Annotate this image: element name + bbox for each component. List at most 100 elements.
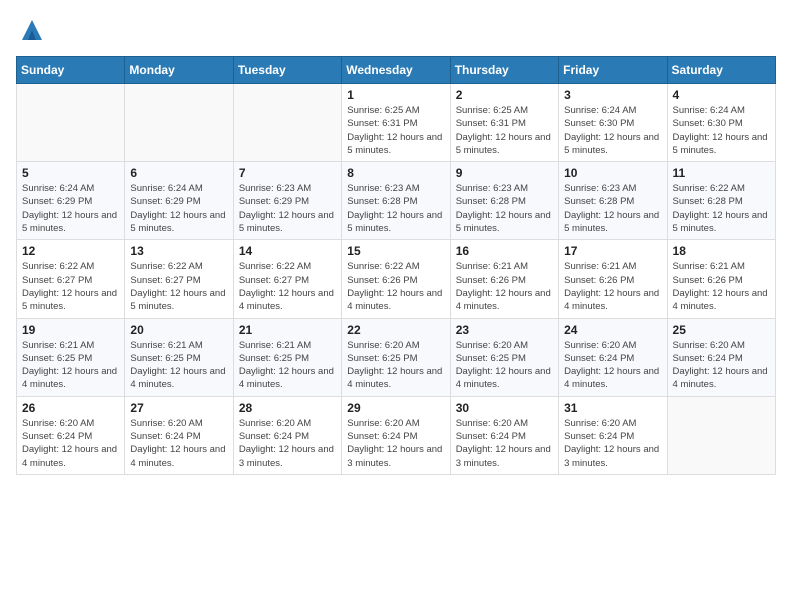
day-number: 10	[564, 166, 661, 180]
calendar-cell: 28 Sunrise: 6:20 AM Sunset: 6:24 PM Dayli…	[233, 396, 341, 474]
day-number: 5	[22, 166, 119, 180]
day-number: 19	[22, 323, 119, 337]
day-info: Sunrise: 6:25 AM Sunset: 6:31 PM Dayligh…	[456, 104, 553, 157]
day-number: 20	[130, 323, 227, 337]
day-info: Sunrise: 6:20 AM Sunset: 6:24 PM Dayligh…	[239, 417, 336, 470]
day-number: 16	[456, 244, 553, 258]
calendar-cell: 1 Sunrise: 6:25 AM Sunset: 6:31 PM Daylig…	[342, 84, 450, 162]
calendar-table: SundayMondayTuesdayWednesdayThursdayFrid…	[16, 56, 776, 475]
calendar-cell: 8 Sunrise: 6:23 AM Sunset: 6:28 PM Daylig…	[342, 162, 450, 240]
day-info: Sunrise: 6:21 AM Sunset: 6:26 PM Dayligh…	[564, 260, 661, 313]
calendar-cell: 14 Sunrise: 6:22 AM Sunset: 6:27 PM Dayli…	[233, 240, 341, 318]
calendar-cell: 25 Sunrise: 6:20 AM Sunset: 6:24 PM Dayli…	[667, 318, 775, 396]
calendar-cell: 6Sunrise: 6:24 AM Sunset: 6:29 PM Daylig…	[125, 162, 233, 240]
day-info: Sunrise: 6:20 AM Sunset: 6:25 PM Dayligh…	[456, 339, 553, 392]
column-header-monday: Monday	[125, 57, 233, 84]
calendar-cell	[667, 396, 775, 474]
column-header-thursday: Thursday	[450, 57, 558, 84]
day-number: 21	[239, 323, 336, 337]
calendar-cell: 24Sunrise: 6:20 AM Sunset: 6:24 PM Dayli…	[559, 318, 667, 396]
day-info: Sunrise: 6:20 AM Sunset: 6:24 PM Dayligh…	[456, 417, 553, 470]
day-number: 2	[456, 88, 553, 102]
day-number: 13	[130, 244, 227, 258]
calendar-cell: 2 Sunrise: 6:25 AM Sunset: 6:31 PM Daylig…	[450, 84, 558, 162]
day-info: Sunrise: 6:25 AM Sunset: 6:31 PM Dayligh…	[347, 104, 444, 157]
day-number: 17	[564, 244, 661, 258]
day-info: Sunrise: 6:21 AM Sunset: 6:25 PM Dayligh…	[22, 339, 119, 392]
day-info: Sunrise: 6:23 AM Sunset: 6:28 PM Dayligh…	[564, 182, 661, 235]
day-info: Sunrise: 6:24 AM Sunset: 6:29 PM Dayligh…	[22, 182, 119, 235]
day-number: 9	[456, 166, 553, 180]
calendar-cell: 22Sunrise: 6:20 AM Sunset: 6:25 PM Dayli…	[342, 318, 450, 396]
calendar-cell	[233, 84, 341, 162]
calendar-cell: 12Sunrise: 6:22 AM Sunset: 6:27 PM Dayli…	[17, 240, 125, 318]
calendar-cell: 18 Sunrise: 6:21 AM Sunset: 6:26 PM Dayli…	[667, 240, 775, 318]
day-number: 30	[456, 401, 553, 415]
day-info: Sunrise: 6:22 AM Sunset: 6:27 PM Dayligh…	[130, 260, 227, 313]
day-info: Sunrise: 6:20 AM Sunset: 6:24 PM Dayligh…	[673, 339, 770, 392]
calendar-cell: 19 Sunrise: 6:21 AM Sunset: 6:25 PM Dayli…	[17, 318, 125, 396]
day-info: Sunrise: 6:20 AM Sunset: 6:24 PM Dayligh…	[347, 417, 444, 470]
day-info: Sunrise: 6:21 AM Sunset: 6:26 PM Dayligh…	[673, 260, 770, 313]
day-info: Sunrise: 6:22 AM Sunset: 6:28 PM Dayligh…	[673, 182, 770, 235]
day-info: Sunrise: 6:20 AM Sunset: 6:24 PM Dayligh…	[130, 417, 227, 470]
day-info: Sunrise: 6:22 AM Sunset: 6:27 PM Dayligh…	[22, 260, 119, 313]
day-info: Sunrise: 6:23 AM Sunset: 6:28 PM Dayligh…	[347, 182, 444, 235]
calendar-cell: 29 Sunrise: 6:20 AM Sunset: 6:24 PM Dayli…	[342, 396, 450, 474]
calendar-week-row: 1 Sunrise: 6:25 AM Sunset: 6:31 PM Daylig…	[17, 84, 776, 162]
calendar-cell: 4 Sunrise: 6:24 AM Sunset: 6:30 PM Daylig…	[667, 84, 775, 162]
day-number: 28	[239, 401, 336, 415]
day-info: Sunrise: 6:22 AM Sunset: 6:26 PM Dayligh…	[347, 260, 444, 313]
day-info: Sunrise: 6:24 AM Sunset: 6:30 PM Dayligh…	[673, 104, 770, 157]
day-number: 4	[673, 88, 770, 102]
calendar-week-row: 19 Sunrise: 6:21 AM Sunset: 6:25 PM Dayli…	[17, 318, 776, 396]
calendar-week-row: 26 Sunrise: 6:20 AM Sunset: 6:24 PM Dayli…	[17, 396, 776, 474]
calendar-cell: 3 Sunrise: 6:24 AM Sunset: 6:30 PM Daylig…	[559, 84, 667, 162]
day-number: 27	[130, 401, 227, 415]
day-number: 15	[347, 244, 444, 258]
calendar-week-row: 5 Sunrise: 6:24 AM Sunset: 6:29 PM Daylig…	[17, 162, 776, 240]
day-number: 14	[239, 244, 336, 258]
calendar-cell: 13 Sunrise: 6:22 AM Sunset: 6:27 PM Dayli…	[125, 240, 233, 318]
calendar-cell: 17 Sunrise: 6:21 AM Sunset: 6:26 PM Dayli…	[559, 240, 667, 318]
column-header-friday: Friday	[559, 57, 667, 84]
calendar-cell	[125, 84, 233, 162]
calendar-cell: 9 Sunrise: 6:23 AM Sunset: 6:28 PM Daylig…	[450, 162, 558, 240]
day-number: 8	[347, 166, 444, 180]
calendar-cell: 11Sunrise: 6:22 AM Sunset: 6:28 PM Dayli…	[667, 162, 775, 240]
calendar-cell: 5 Sunrise: 6:24 AM Sunset: 6:29 PM Daylig…	[17, 162, 125, 240]
calendar-cell: 31 Sunrise: 6:20 AM Sunset: 6:24 PM Dayli…	[559, 396, 667, 474]
calendar-header-row: SundayMondayTuesdayWednesdayThursdayFrid…	[17, 57, 776, 84]
calendar-week-row: 12Sunrise: 6:22 AM Sunset: 6:27 PM Dayli…	[17, 240, 776, 318]
column-header-saturday: Saturday	[667, 57, 775, 84]
day-number: 24	[564, 323, 661, 337]
day-number: 29	[347, 401, 444, 415]
calendar-cell: 21Sunrise: 6:21 AM Sunset: 6:25 PM Dayli…	[233, 318, 341, 396]
day-number: 18	[673, 244, 770, 258]
day-info: Sunrise: 6:22 AM Sunset: 6:27 PM Dayligh…	[239, 260, 336, 313]
calendar-cell	[17, 84, 125, 162]
day-info: Sunrise: 6:20 AM Sunset: 6:24 PM Dayligh…	[22, 417, 119, 470]
day-number: 26	[22, 401, 119, 415]
logo	[16, 16, 46, 44]
calendar-cell: 23 Sunrise: 6:20 AM Sunset: 6:25 PM Dayli…	[450, 318, 558, 396]
day-number: 23	[456, 323, 553, 337]
calendar-cell: 20 Sunrise: 6:21 AM Sunset: 6:25 PM Dayli…	[125, 318, 233, 396]
day-number: 1	[347, 88, 444, 102]
calendar-cell: 30 Sunrise: 6:20 AM Sunset: 6:24 PM Dayli…	[450, 396, 558, 474]
day-info: Sunrise: 6:21 AM Sunset: 6:25 PM Dayligh…	[130, 339, 227, 392]
day-info: Sunrise: 6:24 AM Sunset: 6:29 PM Dayligh…	[130, 182, 227, 235]
day-number: 31	[564, 401, 661, 415]
day-info: Sunrise: 6:21 AM Sunset: 6:26 PM Dayligh…	[456, 260, 553, 313]
day-number: 25	[673, 323, 770, 337]
day-info: Sunrise: 6:24 AM Sunset: 6:30 PM Dayligh…	[564, 104, 661, 157]
calendar-cell: 26 Sunrise: 6:20 AM Sunset: 6:24 PM Dayli…	[17, 396, 125, 474]
day-number: 3	[564, 88, 661, 102]
day-info: Sunrise: 6:20 AM Sunset: 6:25 PM Dayligh…	[347, 339, 444, 392]
column-header-sunday: Sunday	[17, 57, 125, 84]
calendar-cell: 16 Sunrise: 6:21 AM Sunset: 6:26 PM Dayli…	[450, 240, 558, 318]
column-header-wednesday: Wednesday	[342, 57, 450, 84]
day-info: Sunrise: 6:23 AM Sunset: 6:28 PM Dayligh…	[456, 182, 553, 235]
calendar-cell: 10 Sunrise: 6:23 AM Sunset: 6:28 PM Dayli…	[559, 162, 667, 240]
day-info: Sunrise: 6:20 AM Sunset: 6:24 PM Dayligh…	[564, 417, 661, 470]
